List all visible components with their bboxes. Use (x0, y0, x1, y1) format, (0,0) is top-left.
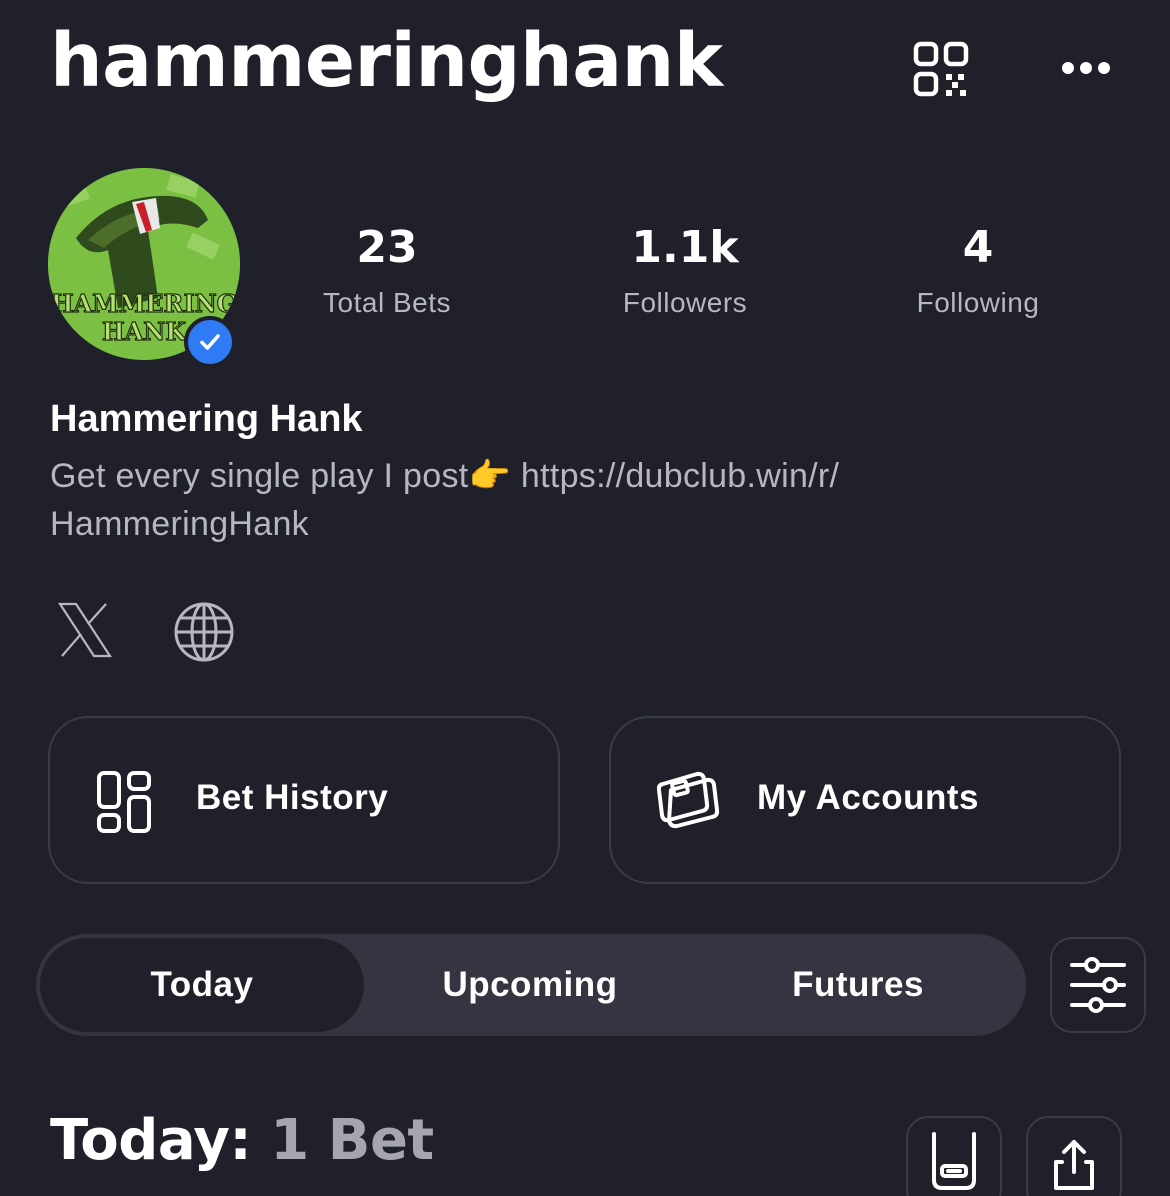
stat-label: Total Bets (323, 287, 451, 318)
share-icon (1054, 1140, 1094, 1190)
avatar-text-line2: HANK (102, 317, 187, 346)
stat-total-bets[interactable]: 23 Total Bets (277, 222, 497, 319)
stat-value: 4 (962, 222, 994, 273)
sliders-icon (1070, 957, 1126, 1013)
bio-line[interactable]: Get every single play I post👉 https://du… (50, 452, 1050, 500)
display-name: Hammering Hank (50, 398, 363, 440)
wallet-cards-icon (656, 770, 720, 834)
my-accounts-label: My Accounts (757, 778, 980, 817)
share-button[interactable] (1026, 1116, 1122, 1196)
stat-following[interactable]: 4 Following (868, 222, 1088, 319)
stat-followers[interactable]: 1.1k Followers (575, 222, 795, 319)
my-accounts-button[interactable]: My Accounts (609, 716, 1121, 884)
qr-code-icon[interactable] (912, 40, 972, 100)
bet-slip-button[interactable] (906, 1116, 1002, 1196)
stat-label: Followers (622, 287, 748, 318)
stat-value: 23 (356, 222, 418, 273)
tab-upcoming[interactable]: Upcoming (368, 938, 692, 1032)
profile-screen: hammeringhank HAMMERING HANK 23 Total Be… (0, 0, 1170, 1196)
tab-futures[interactable]: Futures (696, 938, 1020, 1032)
section-title-label: Today: (50, 1108, 252, 1173)
stat-label: Following (916, 287, 1040, 318)
dashboard-icon (96, 770, 156, 834)
tab-today[interactable]: Today (40, 938, 364, 1032)
profile-bio: Get every single play I post👉 https://du… (50, 452, 1050, 548)
bet-slip-icon (932, 1132, 976, 1190)
x-logo-icon[interactable] (54, 600, 118, 664)
verified-badge-icon (184, 316, 236, 368)
profile-username: hammeringhank (50, 18, 723, 104)
globe-icon[interactable] (172, 600, 236, 664)
section-title: Today: 1 Bet (50, 1108, 434, 1173)
avatar-text-line1: HAMMERING (51, 289, 237, 318)
stat-value: 1.1k (631, 222, 739, 273)
bio-line[interactable]: HammeringHank (50, 500, 1050, 548)
filter-button[interactable] (1050, 937, 1146, 1033)
bet-history-button[interactable]: Bet History (48, 716, 560, 884)
bet-count: 1 Bet (270, 1108, 434, 1173)
more-horizontal-icon[interactable] (1058, 50, 1114, 86)
bet-history-label: Bet History (196, 778, 389, 817)
bets-tab-bar: Today Upcoming Futures (36, 934, 1026, 1036)
